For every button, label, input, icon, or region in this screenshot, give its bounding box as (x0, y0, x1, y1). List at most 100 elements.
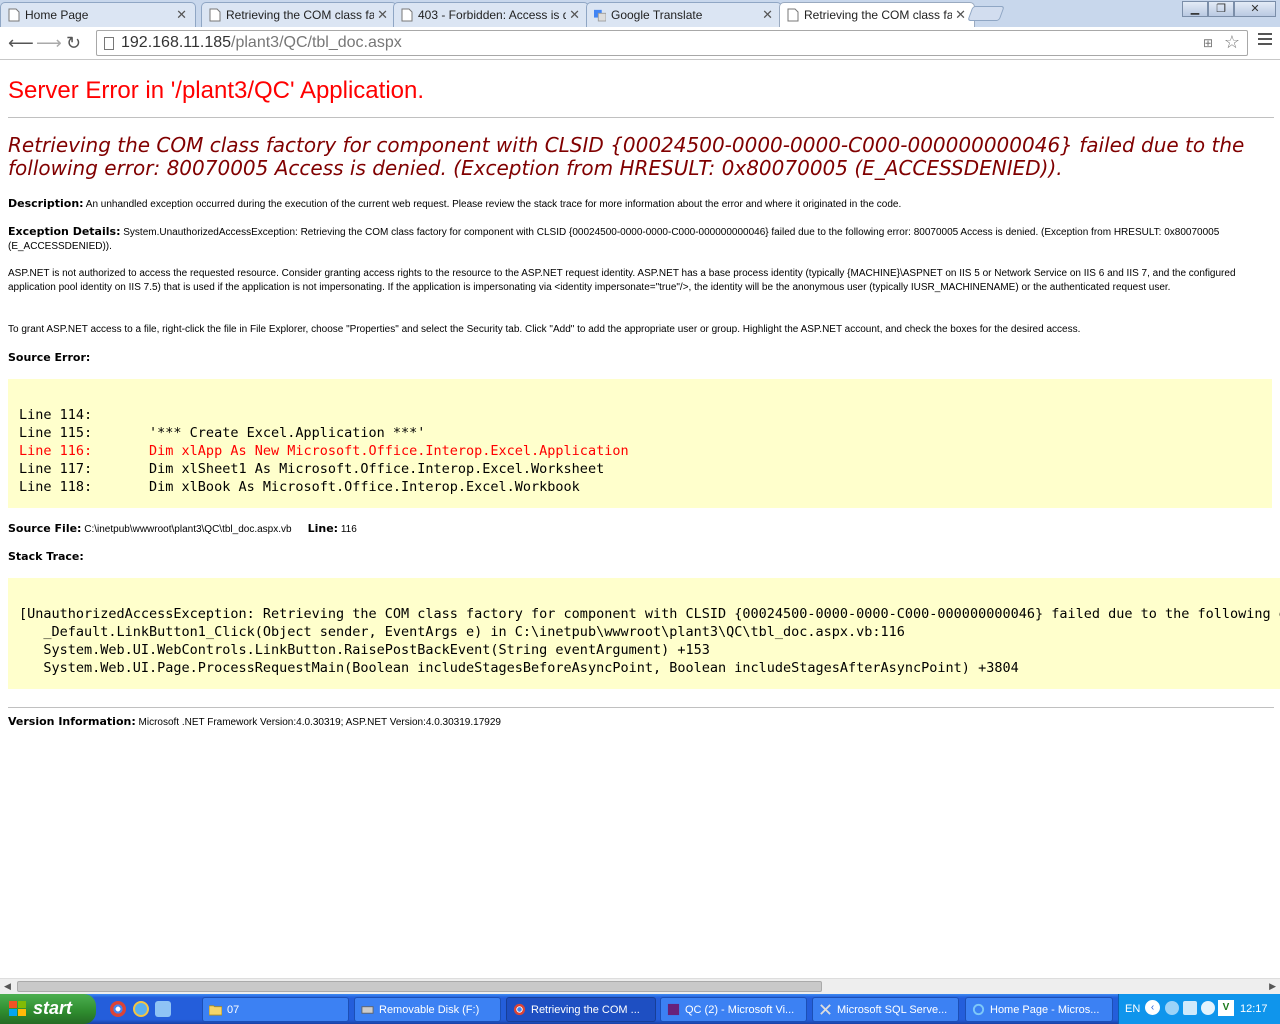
page-icon (787, 8, 799, 22)
task-label: QC (2) - Microsoft Vi... (685, 1004, 795, 1016)
google-translate-icon (594, 9, 606, 22)
error-heading: Retrieving the COM class factory for com… (8, 133, 1245, 180)
exception-text: System.UnauthorizedAccessException: Retr… (8, 227, 1220, 252)
menu-icon[interactable] (1258, 33, 1272, 47)
monitor-icon[interactable] (1183, 1001, 1197, 1015)
line-value: 116 (338, 524, 357, 535)
task-home-page-ie[interactable]: Home Page - Micros... (965, 997, 1113, 1022)
quick-launch-icon[interactable] (155, 1001, 171, 1017)
page-icon (209, 8, 221, 22)
page-icon (401, 8, 413, 22)
bookmark-star-icon[interactable]: ☆ (1224, 32, 1240, 53)
task-label: Removable Disk (F:) (379, 1004, 480, 1016)
version-label: Version Information: (8, 715, 136, 728)
windows-logo-icon (9, 1001, 27, 1017)
task-label: 07 (227, 1004, 240, 1016)
stack-trace-block: Stack Trace: (8, 550, 1270, 565)
divider (8, 707, 1274, 708)
source-line: Line 115: '*** Create Excel.Application … (19, 425, 426, 441)
start-button[interactable]: start (0, 994, 96, 1024)
source-line-error: Line 116: Dim xlApp As New Microsoft.Off… (19, 443, 629, 459)
tab-close-icon[interactable]: ✕ (176, 7, 187, 23)
tab-strip: Home Page ✕ Retrieving the COM class fac… (0, 0, 1280, 28)
page-icon (8, 8, 20, 22)
language-indicator[interactable]: EN (1125, 1003, 1140, 1015)
clock: 12:17 (1240, 1003, 1268, 1015)
internet-explorer-icon[interactable] (133, 1001, 149, 1017)
tray-expand-icon[interactable]: ‹ (1145, 1000, 1160, 1015)
source-error-block: Source Error: (8, 351, 1270, 366)
task-removable-disk[interactable]: Removable Disk (F:) (354, 997, 501, 1022)
task-label: Home Page - Micros... (990, 1004, 1100, 1016)
sync-icon[interactable] (1201, 1001, 1215, 1015)
source-file-value: C:\inetpub\wwwroot\plant3\QC\tbl_doc.asp… (81, 524, 292, 535)
start-label: start (33, 998, 73, 1018)
source-line: Line 117: Dim xlSheet1 As Microsoft.Offi… (19, 461, 605, 477)
aspnet-paragraph: ASP.NET is not authorized to access the … (8, 268, 1236, 293)
translate-icon[interactable]: ⊞ (1203, 36, 1213, 50)
task-sql-server[interactable]: Microsoft SQL Serve... (812, 997, 959, 1022)
url-host: 192.168.11.185 (121, 34, 232, 51)
url-path: /plant3/QC/tbl_doc.aspx (231, 34, 402, 51)
source-line: Line 114: (19, 407, 93, 423)
restore-button[interactable]: ❐ (1208, 1, 1234, 17)
line-label: Line: (307, 522, 339, 535)
antivirus-icon[interactable]: V (1218, 1000, 1234, 1016)
grant-paragraph: To grant ASP.NET access to a file, right… (8, 324, 1081, 335)
tab-retrieving-com-active[interactable]: Retrieving the COM class factory ✕ (779, 2, 975, 28)
source-error-label: Source Error: (8, 351, 91, 364)
exception-block: Exception Details: System.UnauthorizedAc… (8, 225, 1270, 254)
new-tab-button[interactable] (967, 6, 1005, 21)
tab-label: Retrieving the COM class factory (804, 8, 952, 22)
task-visual-studio[interactable]: QC (2) - Microsoft Vi... (660, 997, 807, 1022)
network-icon[interactable] (1165, 1001, 1179, 1015)
task-chrome-active[interactable]: Retrieving the COM ... (506, 997, 656, 1022)
tab-google-translate[interactable]: Google Translate ✕ (586, 2, 782, 27)
browser-toolbar: ⟵ ⟶ ↻ 192.168.11.185/plant3/QC/tbl_doc.a… (0, 27, 1280, 60)
description-block: Description: An unhandled exception occu… (8, 197, 1270, 212)
back-arrow-icon[interactable]: ⟵ (8, 33, 34, 53)
scroll-right-icon[interactable]: ▶ (1269, 981, 1276, 992)
system-tray: EN ‹ V 12:17 (1118, 994, 1280, 1024)
chrome-icon (513, 1003, 526, 1016)
exception-label: Exception Details: (8, 225, 121, 238)
source-line: Line 118: Dim xlBook As Microsoft.Office… (19, 479, 580, 495)
url-text[interactable]: 192.168.11.185/plant3/QC/tbl_doc.aspx (121, 34, 402, 52)
tab-403-forbidden[interactable]: 403 - Forbidden: Access is denied ✕ (393, 2, 589, 27)
source-file-label: Source File: (8, 522, 82, 535)
scrollbar-thumb[interactable] (17, 981, 822, 992)
source-code-box: Line 114: Line 115: '*** Create Excel.App… (8, 379, 1272, 508)
version-text: Microsoft .NET Framework Version:4.0.303… (135, 717, 501, 728)
tab-label: Retrieving the COM class factory (226, 8, 374, 22)
chrome-icon[interactable] (110, 1001, 126, 1017)
tab-label: 403 - Forbidden: Access is denied (418, 8, 566, 22)
tab-home-page[interactable]: Home Page ✕ (0, 2, 196, 27)
page-icon (104, 37, 114, 50)
tab-close-icon[interactable]: ✕ (762, 7, 773, 23)
internet-explorer-icon (972, 1003, 985, 1016)
stack-line: [UnauthorizedAccessException: Retrieving… (19, 606, 1280, 622)
horizontal-scrollbar[interactable]: ◀ ▶ (0, 978, 1280, 994)
stack-line: System.Web.UI.WebControls.LinkButton.Rai… (19, 642, 710, 658)
tab-close-icon[interactable]: ✕ (569, 7, 580, 23)
task-label: Retrieving the COM ... (531, 1004, 640, 1016)
source-file-block: Source File: C:\inetpub\wwwroot\plant3\Q… (8, 522, 1270, 537)
stack-trace-label: Stack Trace: (8, 550, 84, 563)
stack-line: System.Web.UI.Page.ProcessRequestMain(Bo… (19, 660, 1019, 676)
tab-retrieving-com[interactable]: Retrieving the COM class factory ✕ (201, 2, 397, 27)
scroll-left-icon[interactable]: ◀ (4, 981, 11, 992)
forward-arrow-icon[interactable]: ⟶ (36, 33, 62, 53)
tab-close-icon[interactable]: ✕ (377, 7, 388, 23)
minimize-button[interactable]: ▁ (1182, 1, 1208, 17)
sql-server-icon (820, 1004, 831, 1015)
task-folder-07[interactable]: 07 (202, 997, 349, 1022)
address-bar[interactable]: 192.168.11.185/plant3/QC/tbl_doc.aspx ⊞ … (96, 30, 1248, 56)
tab-label: Home Page (25, 8, 89, 22)
tab-close-icon[interactable]: ✕ (955, 7, 966, 23)
page-content: Server Error in '/plant3/QC' Application… (0, 61, 1280, 978)
task-label: Microsoft SQL Serve... (837, 1004, 948, 1016)
reload-icon[interactable]: ↻ (66, 33, 81, 53)
close-window-button[interactable]: ✕ (1234, 1, 1276, 17)
stack-line: _Default.LinkButton1_Click(Object sender… (19, 624, 905, 640)
taskbar: start 07 Removable Disk (F:) Retrieving … (0, 994, 1280, 1024)
